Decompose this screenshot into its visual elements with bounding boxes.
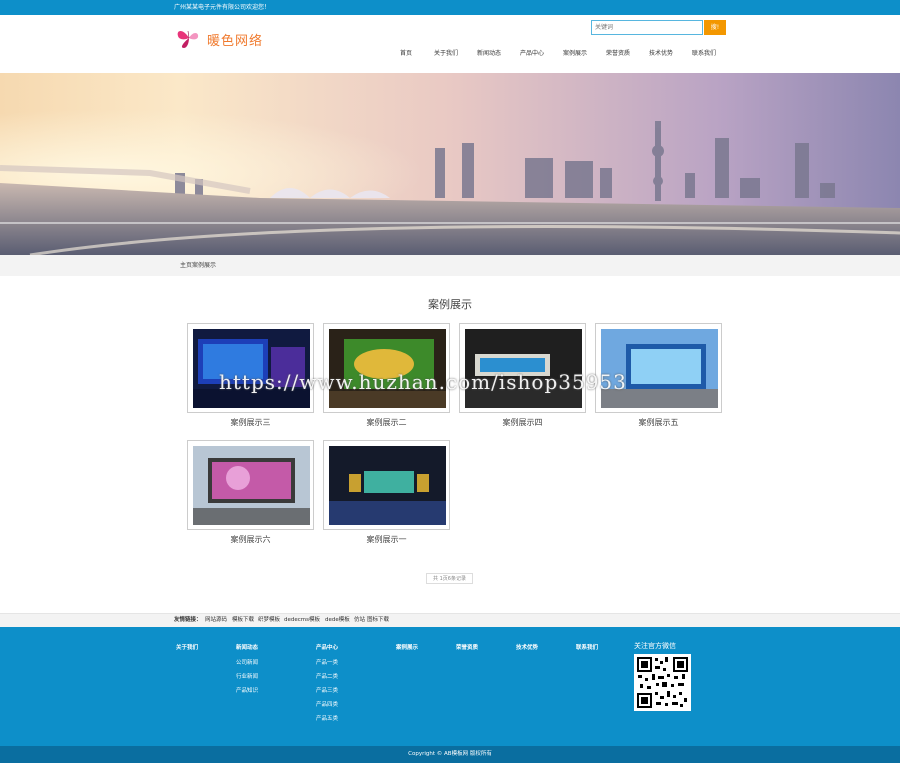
case-image [193,446,310,525]
case-image [601,329,718,408]
footer-link[interactable]: 产品三类 [316,684,338,698]
footer-col-tech: 技术优势 [516,643,538,656]
nav-products[interactable]: 产品中心 [520,49,544,59]
footer-col-about: 关于我们 [176,643,198,656]
footer-link[interactable]: 行业新闻 [236,670,258,684]
watermark-text: https://www.huzhan.com/ishop35953 [219,370,627,394]
pagination-info: 共 1页6条记录 [426,573,473,584]
footer-link[interactable]: 产品二类 [316,670,338,684]
nav-contact[interactable]: 联系我们 [692,49,716,59]
case-image [465,329,582,408]
footer-col-news: 新闻动态 公司新闻 行业新闻 产品知识 [236,643,258,698]
case-card[interactable] [323,323,450,413]
footer-link[interactable]: 产品一类 [316,656,338,670]
friend-link[interactable]: 图标下载 [367,614,389,627]
case-card[interactable] [323,440,450,530]
footer-col-title[interactable]: 技术优势 [516,643,538,651]
nav-about[interactable]: 关于我们 [434,49,458,59]
footer-col-cases: 案例展示 [396,643,418,656]
copyright-bar: Copyright © AB模板网 版权所有 [0,746,900,763]
friend-link[interactable]: dedecms模板 [284,614,320,627]
friend-link[interactable]: 网站源码 [205,614,227,627]
breadcrumb-text[interactable]: 主页案例展示 [180,255,216,276]
case-card[interactable] [595,323,722,413]
footer-col-title[interactable]: 案例展示 [396,643,418,651]
header: 暖色网络 搜! 首页 关于我们 新闻动态 产品中心 案例展示 荣誉资质 技术优势… [0,15,900,73]
case-image [193,329,310,408]
nav-honors[interactable]: 荣誉资质 [606,49,630,59]
footer: 关于我们 新闻动态 公司新闻 行业新闻 产品知识 产品中心 产品一类 产品二类 … [0,627,900,746]
friend-link[interactable]: dede模板 [325,614,350,627]
nav-tech[interactable]: 技术优势 [649,49,673,59]
case-caption[interactable]: 案例展示六 [187,534,314,545]
footer-col-products: 产品中心 产品一类 产品二类 产品三类 产品四类 产品五类 [316,643,338,726]
footer-col-contact: 联系我们 [576,643,598,656]
butterfly-icon [177,30,199,48]
case-image [329,329,446,408]
footer-col-title[interactable]: 关于我们 [176,643,198,651]
search-input[interactable] [591,20,703,35]
friend-link[interactable]: 模板下载 [232,614,254,627]
friend-links-label: 友情链接： [174,617,202,623]
case-caption[interactable]: 案例展示三 [187,417,314,428]
section-title: 案例展示 [428,298,472,311]
banner-image [0,73,900,255]
copyright-text: Copyright © AB模板网 版权所有 [408,751,492,757]
footer-col-title[interactable]: 联系我们 [576,643,598,651]
footer-col-title[interactable]: 荣誉资质 [456,643,478,651]
footer-link[interactable]: 产品知识 [236,684,258,698]
qr-code-image [634,654,691,711]
logo[interactable]: 暖色网络 [175,26,270,50]
case-image [329,446,446,525]
breadcrumb: 主页案例展示 [0,255,900,276]
footer-link[interactable]: 产品四类 [316,698,338,712]
case-caption[interactable]: 案例展示五 [595,417,722,428]
case-card[interactable] [459,323,586,413]
case-caption[interactable]: 案例展示一 [323,534,450,545]
top-bar: 广州某某电子元件有限公司欢迎您！ [0,0,900,15]
footer-col-title[interactable]: 产品中心 [316,643,338,651]
qr-title: 关注官方微信 [634,642,676,650]
nav-news[interactable]: 新闻动态 [477,49,501,59]
welcome-text: 广州某某电子元件有限公司欢迎您！ [174,4,271,11]
case-caption[interactable]: 案例展示二 [323,417,450,428]
friend-links: 友情链接： 网站源码 模板下载 织梦模板 dedecms模板 dede模板 仿站… [0,613,900,627]
footer-col-honors: 荣誉资质 [456,643,478,656]
search-button[interactable]: 搜! [704,20,726,35]
footer-col-title[interactable]: 新闻动态 [236,643,258,651]
case-card[interactable] [187,323,314,413]
nav-home[interactable]: 首页 [400,49,412,59]
friend-link[interactable]: 织梦模板 [258,614,280,627]
nav-cases[interactable]: 案例展示 [563,49,587,59]
logo-text: 暖色网络 [207,34,264,49]
case-caption[interactable]: 案例展示四 [459,417,586,428]
case-card[interactable] [187,440,314,530]
friend-link[interactable]: 仿站 [354,614,365,627]
footer-link[interactable]: 公司新闻 [236,656,258,670]
footer-link[interactable]: 产品五类 [316,712,338,726]
